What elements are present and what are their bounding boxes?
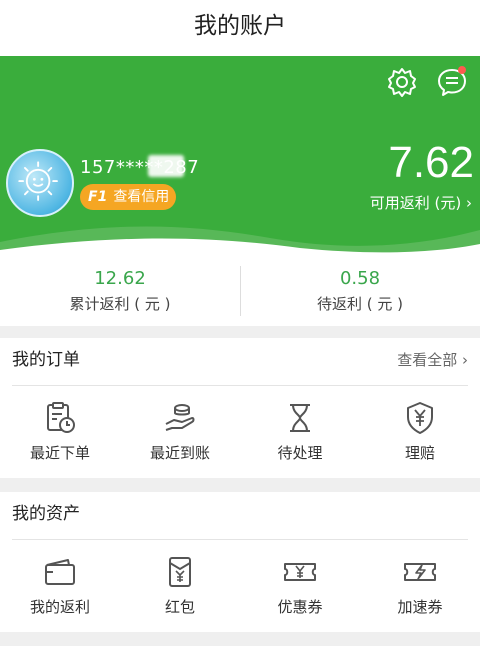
coupon-icon	[284, 563, 316, 581]
pending-rebate-value: 0.58	[339, 268, 381, 289]
phone-redaction-blur	[148, 155, 184, 177]
rebate-stats: 12.62 累计返利 ( 元 ) 0.58 待返利 ( 元 )	[0, 256, 480, 326]
orders-recent-placed[interactable]: 最近下单	[0, 386, 120, 478]
view-all-orders-link[interactable]: 查看全部 ›	[397, 338, 468, 382]
page-title: 我的账户	[194, 13, 286, 39]
assets-speed-coupons[interactable]: 加速券	[360, 540, 480, 632]
assets-grid: 我的返利 红包 优惠券 加速券	[0, 540, 480, 632]
message-icon[interactable]	[436, 66, 468, 98]
assets-coupons[interactable]: 优惠券	[240, 540, 360, 632]
orders-pending[interactable]: 待处理	[240, 386, 360, 478]
avatar[interactable]	[6, 149, 74, 217]
assets-red-envelope-label: 红包	[164, 598, 195, 616]
yen-shield-icon	[407, 402, 433, 434]
orders-header: 我的订单 查看全部 ›	[12, 338, 468, 386]
my-orders-card: 我的订单 查看全部 › 最近下单 最近到账 待处理 理赔	[0, 338, 480, 478]
speed-coupon-icon	[404, 563, 436, 581]
total-rebate-value: 12.62	[94, 268, 146, 289]
pending-rebate-label: 待返利 ( 元 )	[316, 295, 403, 313]
total-rebate-label: 累计返利 ( 元 )	[69, 295, 171, 313]
orders-claims-label: 理赔	[404, 444, 435, 462]
assets-title: 我的资产	[12, 504, 80, 524]
orders-recent-arrived[interactable]: 最近到账	[120, 386, 240, 478]
orders-recent-arrived-label: 最近到账	[149, 444, 210, 462]
settings-gear-icon[interactable]	[386, 66, 418, 98]
total-rebate-stat[interactable]: 12.62 累计返利 ( 元 )	[0, 256, 240, 326]
sun-face-icon	[18, 161, 58, 201]
credit-tag: F1	[88, 189, 108, 205]
title-bar: 我的账户	[0, 0, 480, 56]
view-credit-badge[interactable]: F1 查看信用	[80, 184, 176, 210]
red-envelope-icon	[169, 557, 191, 587]
orders-recent-placed-label: 最近下单	[29, 444, 90, 462]
assets-header: 我的资产	[12, 492, 468, 540]
available-rebate-label[interactable]: 可用返利 (元) ›	[370, 192, 472, 213]
pending-rebate-stat[interactable]: 0.58 待返利 ( 元 )	[240, 256, 480, 326]
assets-my-rebate-label: 我的返利	[29, 598, 90, 616]
wallet-icon	[45, 559, 75, 585]
assets-my-rebate[interactable]: 我的返利	[0, 540, 120, 632]
orders-pending-label: 待处理	[277, 444, 323, 462]
orders-claims[interactable]: 理赔	[360, 386, 480, 478]
assets-coupons-label: 优惠券	[277, 598, 323, 616]
my-assets-card: 我的资产 我的返利 红包 优惠券 加速券	[0, 492, 480, 632]
unread-dot	[458, 66, 466, 74]
orders-grid: 最近下单 最近到账 待处理 理赔	[0, 386, 480, 478]
coins-hand-icon	[165, 404, 195, 431]
hourglass-icon	[290, 404, 310, 432]
credit-label: 查看信用	[113, 189, 170, 205]
assets-speed-coupons-label: 加速券	[397, 598, 443, 616]
orders-title: 我的订单	[12, 350, 80, 370]
assets-red-envelope[interactable]: 红包	[120, 540, 240, 632]
hero-wave-decoration	[0, 226, 480, 256]
available-rebate-amount[interactable]: 7.62	[388, 138, 474, 188]
clipboard-clock-icon	[47, 402, 75, 433]
